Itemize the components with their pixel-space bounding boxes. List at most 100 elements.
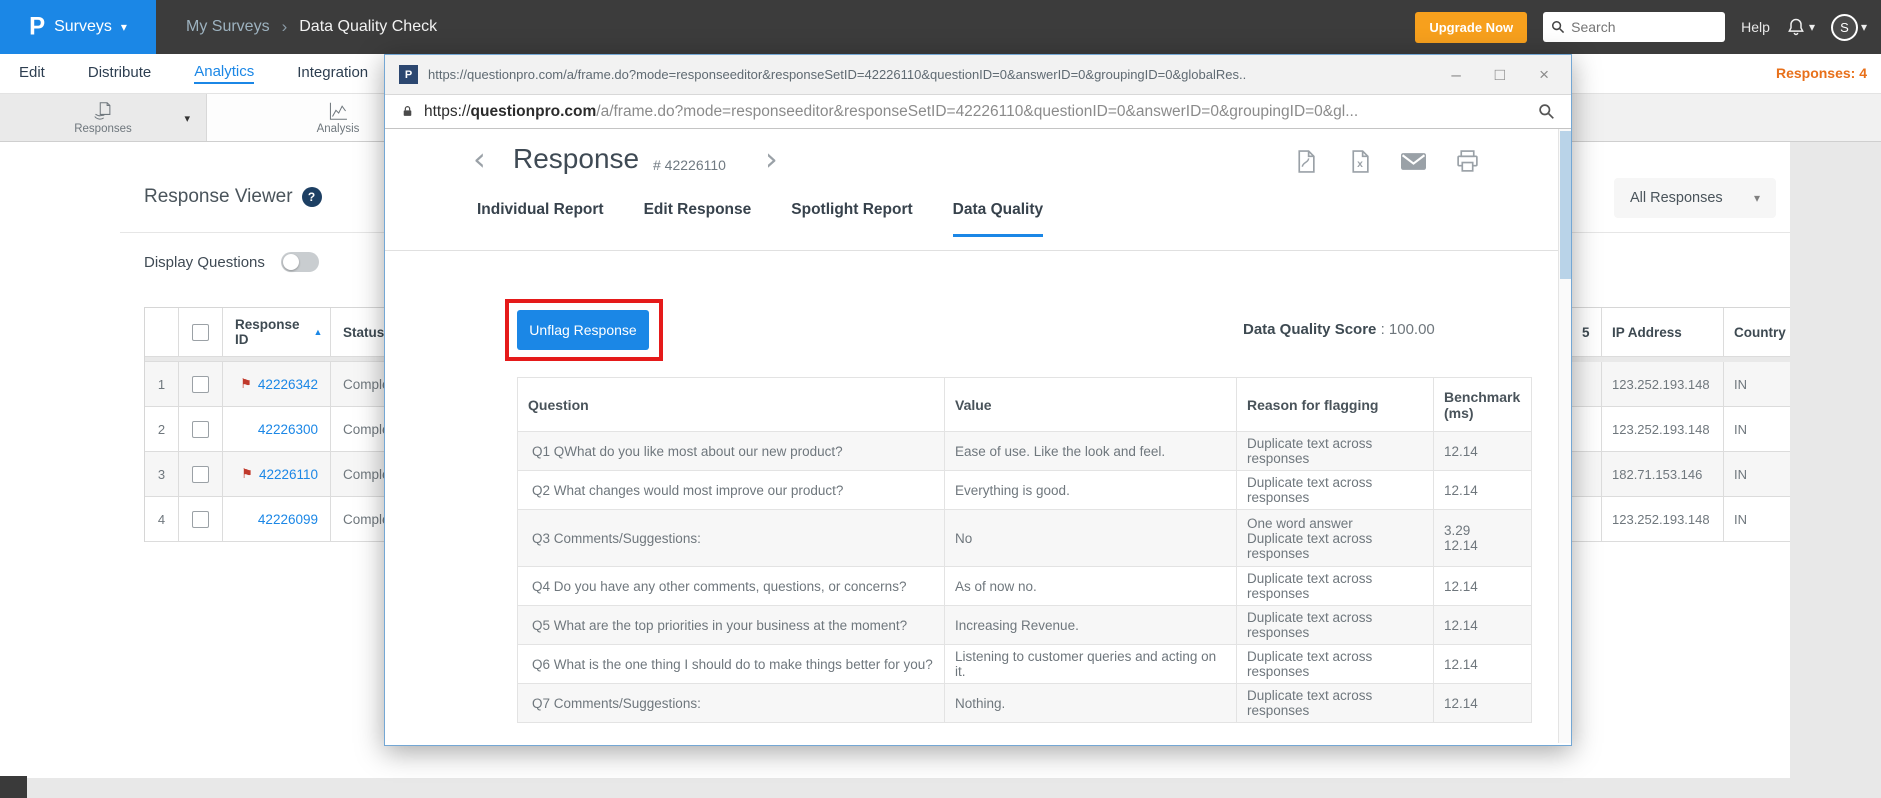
quality-row: Q5 What are the top priorities in your b… <box>517 605 1532 645</box>
tab-edit-response[interactable]: Edit Response <box>644 201 752 237</box>
select-all-checkbox[interactable] <box>192 323 209 341</box>
benchmark-cell: 3.29 12.14 <box>1433 509 1532 567</box>
nav-item-edit[interactable]: Edit <box>19 64 45 83</box>
reason-cell: Duplicate text across responses <box>1236 644 1434 684</box>
response-id-header[interactable]: Response ID ▲ <box>223 308 331 357</box>
avatar: S <box>1830 13 1858 41</box>
chevron-down-icon[interactable]: ▾ <box>184 112 190 125</box>
table-row: 123.252.193.148 IN <box>1572 497 1790 542</box>
data-quality-score: Data Quality Score : 100.00 <box>1243 321 1435 338</box>
search-input[interactable] <box>1571 19 1718 35</box>
value-cell: Ease of use. Like the look and feel. <box>944 431 1237 471</box>
response-number: # 42226110 <box>653 157 726 173</box>
all-responses-dropdown[interactable]: All Responses ▾ <box>1614 178 1776 218</box>
benchmark-cell: 12.14 <box>1433 470 1532 510</box>
help-icon[interactable]: ? <box>301 187 322 207</box>
breadcrumb-my-surveys[interactable]: My Surveys <box>186 18 270 36</box>
ip-cell: 123.252.193.148 <box>1602 497 1724 542</box>
top-header: P Surveys ▾ My Surveys › Data Quality Ch… <box>0 0 1881 54</box>
nav-item-integration[interactable]: Integration <box>297 64 368 83</box>
response-editor-window: P https://questionpro.com/a/frame.do?mod… <box>384 54 1572 746</box>
response-id-link[interactable]: 42226099 <box>258 512 318 527</box>
account-menu[interactable]: S ▾ <box>1830 13 1867 41</box>
chevron-down-icon: ▾ <box>120 20 127 34</box>
quality-row: Q6 What is the one thing I should do to … <box>517 644 1532 684</box>
flag-icon: ⚑ <box>241 466 253 481</box>
row-checkbox[interactable] <box>192 420 209 438</box>
reason-cell: Duplicate text across responses <box>1236 431 1434 471</box>
maximize-button[interactable]: □ <box>1495 66 1505 83</box>
app-root: P Surveys ▾ My Surveys › Data Quality Ch… <box>0 0 1881 798</box>
country-cell: IN <box>1724 452 1790 497</box>
tab-individual-report[interactable]: Individual Report <box>477 201 604 237</box>
value-header: Value <box>944 377 1237 432</box>
row-checkbox[interactable] <box>192 465 209 483</box>
svg-text:x: x <box>1357 159 1363 170</box>
window-titlebar[interactable]: P https://questionpro.com/a/frame.do?mod… <box>385 55 1571 95</box>
response-table-right-fragment: 5 IP Address Country Co 123.252.193.148 … <box>1572 307 1790 542</box>
nav-item-analytics[interactable]: Analytics <box>194 63 255 84</box>
tab-data-quality[interactable]: Data Quality <box>952 201 1044 237</box>
address-url: https://questionpro.com/a/frame.do?mode=… <box>424 102 1359 120</box>
questionpro-favicon-icon: P <box>399 65 418 84</box>
chevron-down-icon: ▾ <box>1860 20 1867 34</box>
scrollbar-thumb[interactable] <box>1560 131 1571 279</box>
questionpro-logo-icon: P <box>29 12 46 41</box>
ip-address-header: IP Address <box>1602 308 1724 357</box>
value-cell: As of now no. <box>944 566 1237 606</box>
benchmark-cell: 12.14 <box>1433 683 1532 723</box>
display-questions-toggle[interactable] <box>280 252 319 272</box>
unflag-response-button[interactable]: Unflag Response <box>517 310 649 350</box>
modal-scrollbar[interactable] <box>1558 129 1571 743</box>
zoom-icon[interactable] <box>1538 103 1555 120</box>
toolbar-responses[interactable]: Responses ▾ <box>0 94 207 141</box>
question-cell: Q6 What is the one thing I should do to … <box>517 644 945 684</box>
tab-spotlight-report[interactable]: Spotlight Report <box>791 201 912 237</box>
table-row: 123.252.193.148 IN <box>1572 362 1790 407</box>
response-id-link[interactable]: 42226300 <box>258 422 318 437</box>
benchmark-header: Benchmark (ms) <box>1433 377 1532 432</box>
response-id-link[interactable]: 42226110 <box>259 467 318 482</box>
value-cell: Increasing Revenue. <box>944 605 1237 645</box>
bell-icon <box>1788 18 1804 36</box>
country-cell: IN <box>1724 497 1790 542</box>
quality-row: Q1 QWhat do you like most about our new … <box>517 431 1532 471</box>
print-icon[interactable] <box>1455 149 1480 174</box>
nav-item-distribute[interactable]: Distribute <box>88 64 151 83</box>
quality-row: Q3 Comments/Suggestions: No One word ans… <box>517 509 1532 567</box>
chevron-down-icon: ▾ <box>1808 20 1815 34</box>
reason-header: Reason for flagging <box>1236 377 1434 432</box>
breadcrumb-separator-icon: › <box>281 17 288 36</box>
question-cell: Q5 What are the top priorities in your b… <box>517 605 945 645</box>
responses-count: Responses: 4 <box>1775 65 1867 81</box>
previous-response-button[interactable]: ‹ <box>473 143 486 175</box>
export-excel-icon[interactable]: x <box>1347 149 1372 174</box>
email-icon[interactable] <box>1401 149 1426 174</box>
address-bar[interactable]: https://questionpro.com/a/frame.do?mode=… <box>385 95 1571 129</box>
ip-cell: 123.252.193.148 <box>1602 362 1724 407</box>
row-checkbox[interactable] <box>192 375 209 393</box>
sort-asc-icon[interactable]: ▲ <box>314 327 323 337</box>
row-number: 4 <box>145 497 179 542</box>
minimize-button[interactable]: – <box>1451 66 1460 83</box>
upgrade-now-button[interactable]: Upgrade Now <box>1415 11 1528 43</box>
value-cell: No <box>944 509 1237 567</box>
question-cell: Q4 Do you have any other comments, quest… <box>517 566 945 606</box>
notifications-button[interactable]: ▾ <box>1786 17 1815 37</box>
country-cell: IN <box>1724 362 1790 407</box>
reason-cell: Duplicate text across responses <box>1236 683 1434 723</box>
question-cell: Q7 Comments/Suggestions: <box>517 683 945 723</box>
row-number: 1 <box>145 362 179 407</box>
value-cell: Everything is good. <box>944 470 1237 510</box>
toolbar-responses-label: Responses <box>74 123 132 135</box>
response-id-link[interactable]: 42226342 <box>258 377 318 392</box>
row-checkbox[interactable] <box>192 510 209 528</box>
toolbar-analysis-label: Analysis <box>316 123 360 135</box>
reason-cell: One word answer Duplicate text across res… <box>1236 509 1434 567</box>
next-response-button[interactable]: › <box>765 143 778 175</box>
export-pdf-icon[interactable] <box>1293 149 1318 174</box>
breadcrumb: My Surveys › Data Quality Check <box>186 17 437 37</box>
help-link[interactable]: Help <box>1741 19 1770 35</box>
close-button[interactable]: × <box>1539 66 1549 83</box>
surveys-menu[interactable]: P Surveys ▾ <box>0 0 156 54</box>
